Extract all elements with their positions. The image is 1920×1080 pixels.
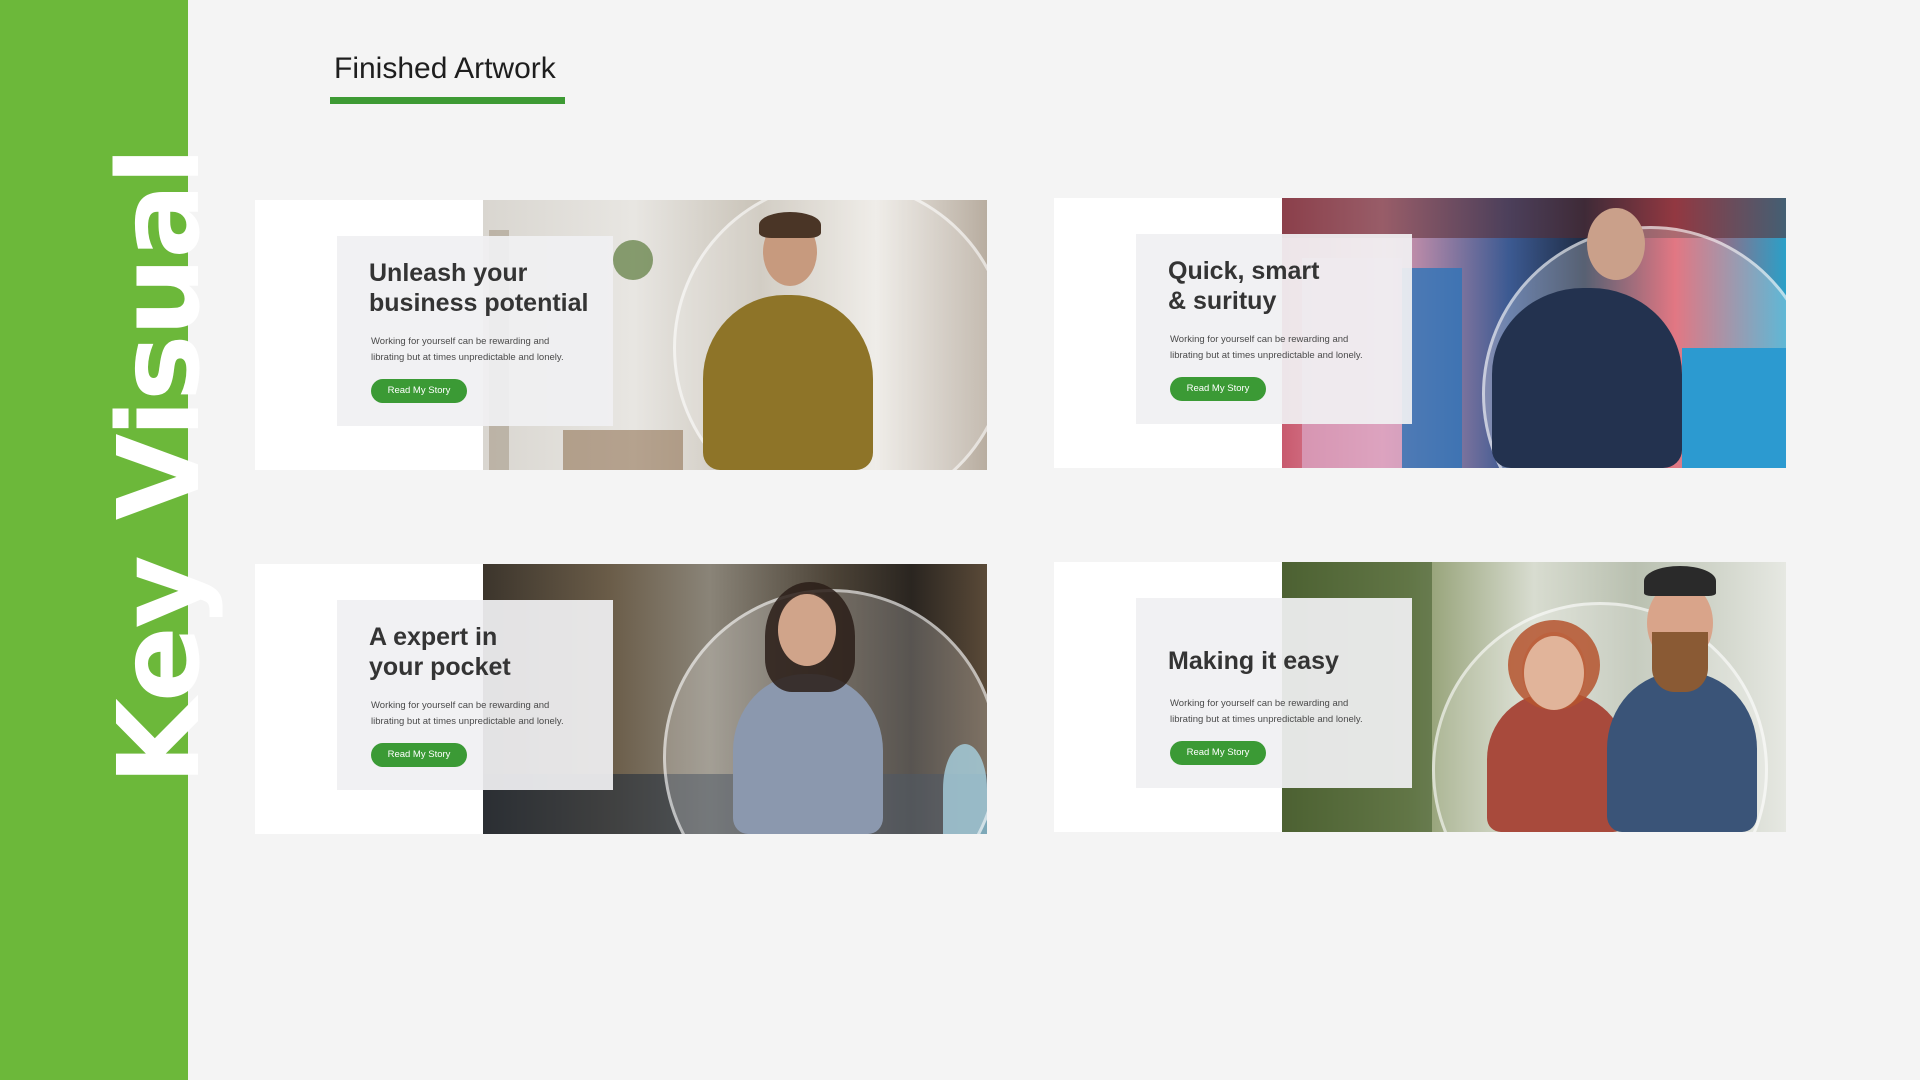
banner-text-panel: Unleash your business potential Working …	[337, 236, 613, 426]
banner-description: Working for yourself can be rewarding an…	[371, 698, 603, 730]
sidebar-title-wrap: Key Visual	[95, 148, 225, 785]
banner-description-line: librating but at times unpredictable and…	[371, 352, 564, 363]
banner-description-line: librating but at times unpredictable and…	[1170, 714, 1363, 725]
banner-text-panel: Making it easy Working for yourself can …	[1136, 598, 1412, 788]
banner-description-line: librating but at times unpredictable and…	[1170, 350, 1363, 361]
banner-title: A expert in your pocket	[369, 622, 609, 682]
banner-description-line: Working for yourself can be rewarding an…	[371, 336, 550, 347]
read-my-story-button[interactable]: Read My Story	[1170, 741, 1266, 765]
title-underline	[330, 97, 565, 104]
banner-title-line: & surituy	[1168, 287, 1277, 315]
banner-description-line: Working for yourself can be rewarding an…	[1170, 334, 1349, 345]
banner-title: Unleash your business potential	[369, 258, 609, 318]
banner-card-3: A expert in your pocket Working for your…	[255, 564, 987, 834]
banner-title: Quick, smart & surituy	[1168, 256, 1408, 316]
read-my-story-button[interactable]: Read My Story	[371, 379, 467, 403]
banner-card-1: Unleash your business potential Working …	[255, 200, 987, 470]
banner-description-line: librating but at times unpredictable and…	[371, 716, 564, 727]
banner-description: Working for yourself can be rewarding an…	[1170, 332, 1402, 364]
page-title: Finished Artwork	[334, 52, 556, 85]
banner-title-line: your pocket	[369, 653, 511, 681]
sidebar-title: Key Visual	[95, 148, 225, 785]
banner-title-line: Unleash your	[369, 259, 528, 287]
banner-title: Making it easy	[1168, 646, 1408, 676]
banner-title-line: business potential	[369, 289, 589, 317]
banner-description: Working for yourself can be rewarding an…	[1170, 696, 1402, 728]
banner-title-line: Quick, smart	[1168, 257, 1320, 285]
banner-text-panel: A expert in your pocket Working for your…	[337, 600, 613, 790]
banner-text-panel: Quick, smart & surituy Working for yours…	[1136, 234, 1412, 424]
read-my-story-button[interactable]: Read My Story	[371, 743, 467, 767]
banner-description: Working for yourself can be rewarding an…	[371, 334, 603, 366]
banner-title-line: Making it easy	[1168, 647, 1339, 675]
banner-description-line: Working for yourself can be rewarding an…	[1170, 698, 1349, 709]
read-my-story-button[interactable]: Read My Story	[1170, 377, 1266, 401]
banner-title-line: A expert in	[369, 623, 498, 651]
banner-card-4: Making it easy Working for yourself can …	[1054, 562, 1786, 832]
banner-card-2: Quick, smart & surituy Working for yours…	[1054, 198, 1786, 468]
banner-description-line: Working for yourself can be rewarding an…	[371, 700, 550, 711]
